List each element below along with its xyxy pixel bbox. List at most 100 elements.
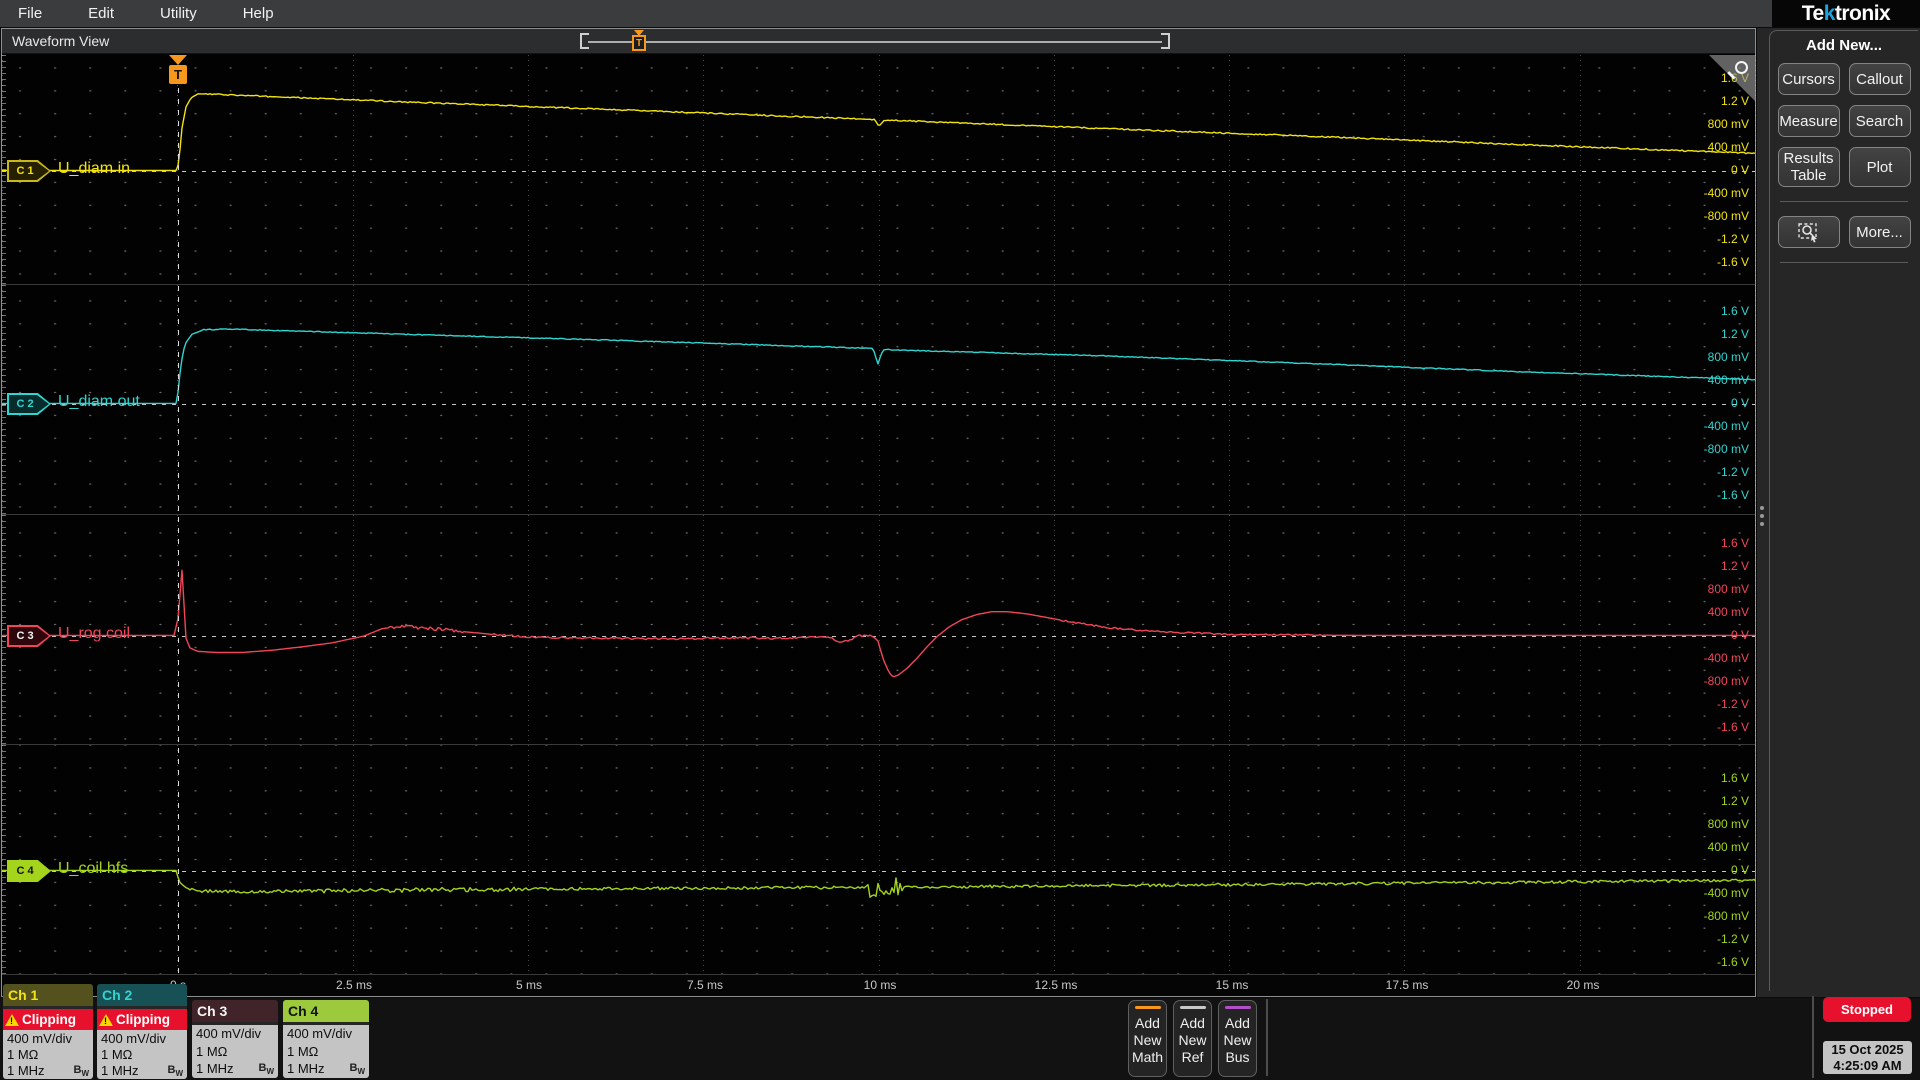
channel-setting-row: 1 MΩ (196, 1043, 228, 1059)
time-label: 4:25:09 AM (1833, 1058, 1902, 1073)
time-label: 17.5 ms (1385, 978, 1429, 992)
waveform-view-header: Waveform View T (2, 29, 1755, 54)
time-label: 15 ms (1215, 978, 1249, 992)
tektronix-logo: Tektronix (1801, 1, 1891, 25)
magnifier-icon (1735, 61, 1748, 74)
more-button[interactable]: More... (1848, 216, 1911, 248)
minimap-trigger-marker[interactable]: T (632, 30, 647, 52)
channel-badge-body: 400 mV/div 1 MΩ 1 MHz BW (283, 1025, 369, 1078)
right-sidebar: Add New... Cursors Callout Measure Search Re… (1757, 28, 1920, 997)
sidebar-divider (1779, 262, 1909, 263)
menu-bar: File Edit Utility Help (0, 0, 1772, 27)
channel-settings-badge-2[interactable]: Ch 2 Clipping400 mV/div1 MΩ1 MHzBW (97, 984, 187, 1079)
zoom-select-button[interactable] (1777, 216, 1840, 248)
channel-setting-row: 1 MHz BW (101, 1063, 183, 1079)
accent-stripe (1179, 1006, 1206, 1009)
channel-slice-2: 1.6 V 1.2 V 800 mV 400 mV 0 V -400 mV -800 mV -… (2, 285, 1755, 515)
time-label: 12.5 ms (1034, 978, 1078, 992)
trigger-position-flag[interactable]: T (169, 55, 187, 84)
sidebar-button-results-table[interactable]: Results Table (1777, 147, 1840, 187)
zoom-select-icon (1797, 223, 1817, 243)
sidebar-button-callout[interactable]: Callout (1848, 63, 1911, 95)
channel-settings-badge-4[interactable]: Ch 4 400 mV/div 1 MΩ 1 MHz BW (283, 1000, 369, 1078)
oscilloscope-screen: File Edit Utility Help Tektronix Waveform V… (0, 0, 1920, 1080)
trigger-flag-t-icon: T (169, 65, 187, 84)
minimap-record-line (588, 41, 1162, 43)
minimap-left-bracket[interactable] (580, 33, 589, 49)
sidebar-button-plot[interactable]: Plot (1848, 147, 1911, 187)
sidebar-button-cursors[interactable]: Cursors (1777, 63, 1840, 95)
channel-label-2: U_diam out (58, 393, 140, 410)
trigger-position-line (178, 55, 179, 975)
add-new-panel: Add New... Cursors Callout Measure Search Re… (1769, 30, 1918, 991)
channel-setting-row: 400 mV/div (196, 1026, 262, 1042)
channel-badge-body: 400 mV/div 1 MΩ 1 MHz BW (97, 1030, 187, 1079)
bandwidth-icon: BW (73, 1063, 89, 1078)
time-label: 7.5 ms (686, 978, 723, 992)
add-new-ref-button[interactable]: Add New Ref (1173, 1000, 1212, 1077)
menu-item-utility[interactable]: Utility (160, 5, 197, 22)
channel-setting-row: 400 mV/div (287, 1026, 353, 1042)
waveform-3 (2, 569, 1755, 678)
channel-setting-row: 1 MHz BW (7, 1063, 89, 1079)
record-view-minimap[interactable]: T (580, 30, 1170, 52)
waveform-view-title: Waveform View (12, 33, 110, 49)
channel-badge-title: Ch 4 (283, 1000, 369, 1022)
channel-setting-row: 1 MΩ (101, 1046, 133, 1062)
run-stop-status[interactable]: Stopped (1823, 997, 1911, 1022)
bandwidth-icon: BW (349, 1061, 365, 1077)
menu-item-file[interactable]: File (18, 5, 42, 22)
waveform-4 (2, 869, 1755, 898)
channel-badge-body: 400 mV/div 1 MΩ 1 MHz BW (3, 1030, 93, 1079)
waveform-view-window: Waveform View T 1.6 V1.2 V800 mV400 mV0 … (1, 28, 1756, 997)
accent-stripe (1134, 1006, 1161, 1009)
logo-strip: Tektronix (1772, 0, 1920, 27)
channel-label-3: U_rog coil (58, 625, 131, 642)
channel-setting-row: 400 mV/div (101, 1030, 167, 1046)
time-label: 20 ms (1566, 978, 1600, 992)
channel-setting-row: 1 MHz BW (287, 1061, 365, 1077)
clipping-warning: Clipping (3, 1009, 93, 1030)
date-label: 15 Oct 2025 (1831, 1042, 1904, 1057)
sidebar-button-search[interactable]: Search (1848, 105, 1911, 137)
sidebar-button-measure[interactable]: Measure (1777, 105, 1840, 137)
channel-slice-3: 1.6 V 1.2 V 800 mV 400 mV 0 V -400 mV -800 mV -… (2, 515, 1755, 745)
add-new-math-button[interactable]: Add New Math (1128, 1000, 1167, 1077)
add-new-bus-button[interactable]: Add New Bus (1218, 1000, 1257, 1077)
menu-item-help[interactable]: Help (243, 5, 274, 22)
divider (1266, 999, 1268, 1076)
bandwidth-icon: BW (167, 1063, 183, 1078)
settings-bar: Horizontal 2.5 ms/div25 msSR: 2.5 MS/s40… (0, 984, 1920, 1080)
channel-badge-title: Ch 2 (97, 984, 187, 1006)
divider (1812, 996, 1814, 1078)
sidebar-divider (1779, 201, 1909, 202)
trigger-flag-triangle-icon (169, 55, 187, 65)
time-label: 10 ms (863, 978, 897, 992)
channel-badge-title: Ch 3 (192, 1000, 278, 1022)
time-axis-labels: 0 s2.5 ms5 ms7.5 ms10 ms12.5 ms15 ms17.5… (2, 975, 1755, 996)
accent-stripe (1224, 1006, 1251, 1009)
channel-label-4: U_coil hfs (58, 860, 129, 877)
grid-division-line (1755, 55, 1756, 975)
waveform-1 (2, 92, 1755, 172)
panel-splitter-handle[interactable] (1760, 506, 1764, 526)
minimap-trigger-t-icon: T (632, 35, 646, 51)
add-new-buttons: Cursors Callout Measure Search Results Table… (1770, 63, 1918, 267)
channel-setting-row: 1 MΩ (7, 1046, 39, 1062)
waveform-2 (2, 328, 1755, 405)
channel-label-1: U_diam in (58, 160, 131, 177)
minimap-right-bracket[interactable] (1161, 33, 1170, 49)
clipping-warning: Clipping (97, 1009, 187, 1030)
time-label: 2.5 ms (335, 978, 372, 992)
graticule: 1.6 V1.2 V800 mV400 mV0 V-400 mV-800 mV-… (2, 55, 1756, 975)
channel-settings-badge-1[interactable]: Ch 1 Clipping400 mV/div1 MΩ1 MHzBW (3, 984, 93, 1079)
channel-badge-body: 400 mV/div 1 MΩ 1 MHz BW (192, 1025, 278, 1078)
datetime-display: 15 Oct 2025 4:25:09 AM (1823, 1041, 1912, 1074)
add-new-header: Add New... (1805, 37, 1883, 54)
warning-icon (5, 1013, 19, 1026)
channel-slice-4: 1.6 V 1.2 V 800 mV 400 mV 0 V -400 mV -800 mV -… (2, 745, 1755, 975)
menu-item-edit[interactable]: Edit (88, 5, 114, 22)
channel-settings-badge-3[interactable]: Ch 3 400 mV/div 1 MΩ 1 MHz BW (192, 1000, 278, 1078)
channel-setting-row: 1 MΩ (287, 1043, 319, 1059)
channel-badge-title: Ch 1 (3, 984, 93, 1006)
